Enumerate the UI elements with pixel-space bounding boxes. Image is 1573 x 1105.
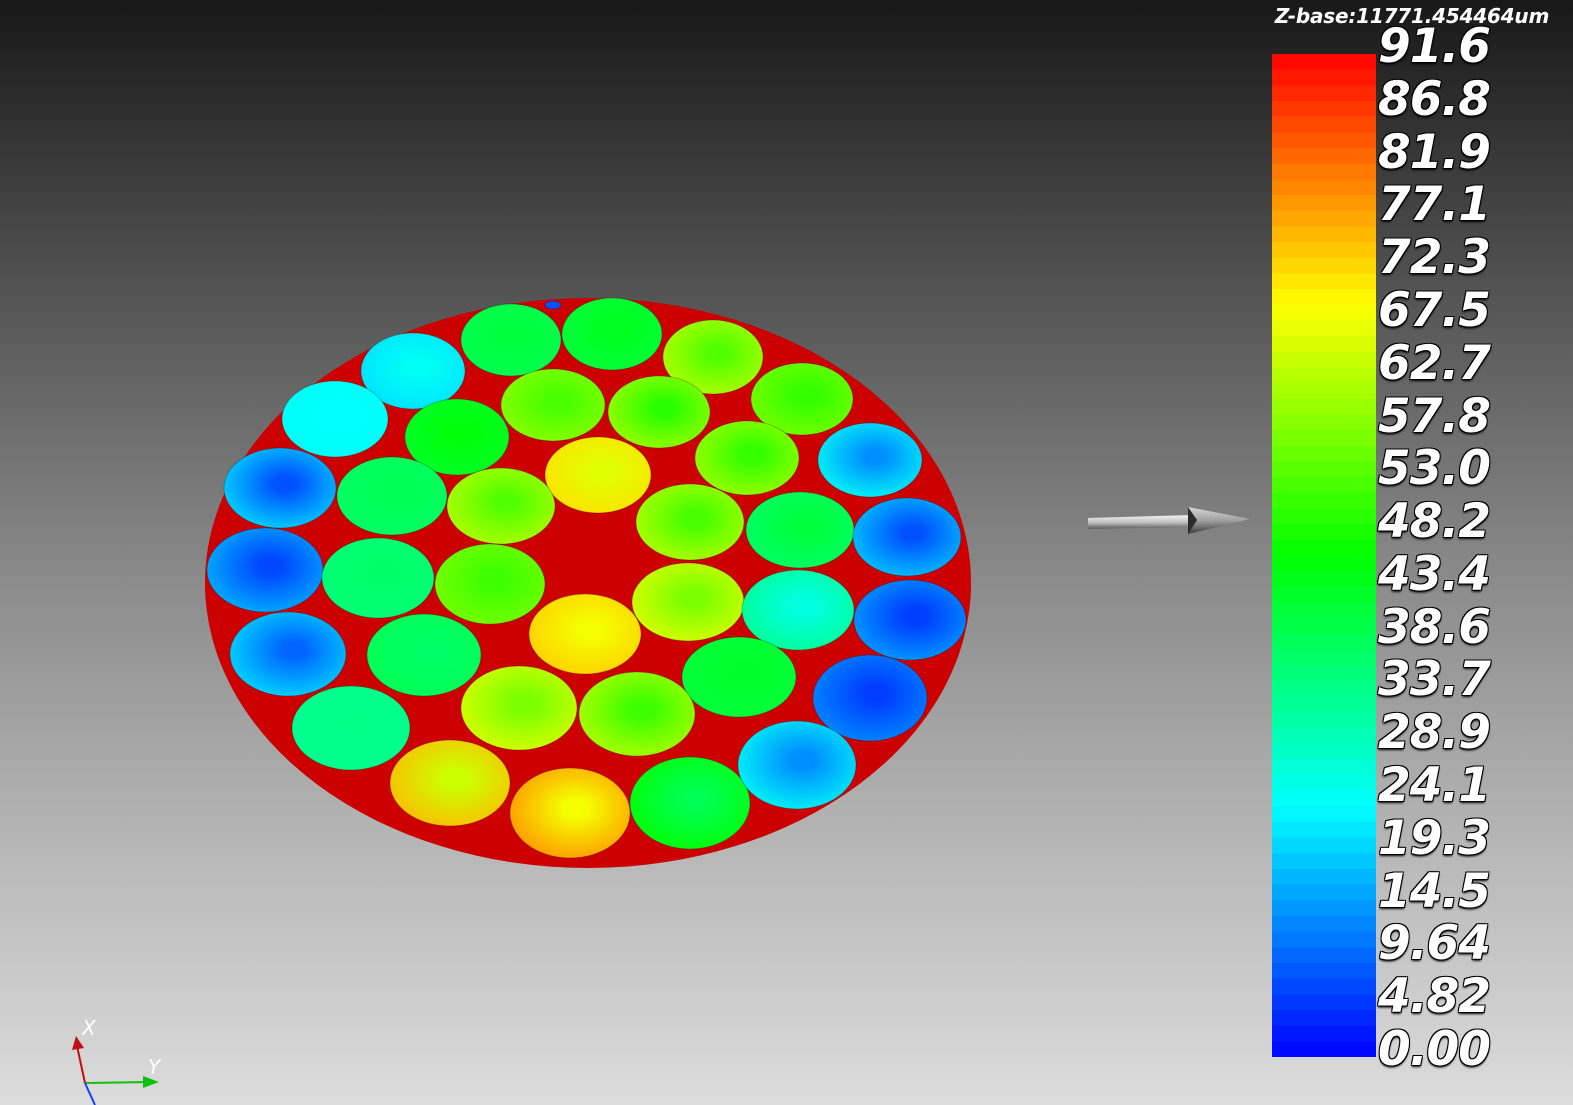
pocket-surface (737, 720, 857, 810)
pocket-surface (853, 579, 967, 661)
pocket-surface (631, 562, 745, 642)
pocket-surface (500, 368, 606, 442)
color-scale-label: 43.4 (1378, 546, 1491, 602)
color-scale-label: 81.9 (1378, 124, 1491, 180)
pocket-surface (460, 303, 562, 377)
pocket-surface (460, 665, 578, 751)
color-scale-label: 28.9 (1378, 705, 1491, 761)
axes-triad-icon: X Y (72, 1016, 162, 1105)
color-scale-label: 14.5 (1378, 863, 1491, 919)
color-scale-label: 0.00 (1378, 1022, 1491, 1077)
pocket-surface (817, 422, 923, 498)
color-scale-label: 86.8 (1378, 71, 1491, 127)
pocket-surface (336, 456, 448, 536)
pocket-surface (366, 613, 482, 697)
x-axis-line (76, 1045, 86, 1084)
pocket-surface (635, 483, 745, 561)
z-axis-line (84, 1082, 96, 1105)
pocket-surface (281, 380, 389, 458)
pocket-surface (223, 447, 337, 529)
pocket-surface (561, 297, 663, 371)
pocket-surface (446, 467, 556, 545)
pocket-surface (544, 436, 652, 514)
color-scale-label: 9.64 (1378, 916, 1491, 972)
color-scale-label: 33.7 (1378, 652, 1491, 708)
color-scale-label: 4.82 (1378, 969, 1491, 1025)
pocket-surface (206, 527, 324, 613)
color-scale-label: 24.1 (1378, 758, 1491, 814)
pocket-surface (745, 491, 855, 569)
pocket-surface (607, 375, 711, 449)
color-scale-label: 48.2 (1378, 494, 1491, 550)
3d-viewport[interactable]: Z-base:11771.454464um X Y 91.6 86.8 81.9… (0, 0, 1573, 1105)
color-scale-labels: 91.6 86.8 81.9 77.1 72.3 67.5 62.7 57.8 53.0 48.2… (1378, 0, 1568, 1105)
pocket-surface (434, 543, 546, 625)
pocket-surface (389, 739, 511, 827)
pocket-surface (528, 593, 642, 675)
color-scale-label: 57.8 (1378, 388, 1491, 444)
pocket-surface (291, 685, 411, 771)
pocket-surface (741, 569, 855, 651)
pocket-surface (852, 497, 962, 577)
pocket-surface (509, 767, 631, 859)
pocket-surface (629, 756, 751, 850)
pocket-surface (694, 420, 800, 496)
x-axis-label: X (81, 1016, 97, 1040)
y-axis-line (84, 1081, 151, 1084)
pocket-surface (578, 671, 696, 757)
pocket-surface (229, 611, 347, 697)
color-scale-label: 19.3 (1378, 810, 1491, 866)
pocket-surface (681, 636, 797, 718)
y-axis-label: Y (148, 1055, 162, 1079)
color-scale-label: 91.6 (1378, 19, 1491, 74)
color-scale-label: 38.6 (1378, 599, 1491, 655)
light-direction-arrow-icon[interactable] (1085, 498, 1255, 543)
color-scale-label: 72.3 (1378, 230, 1491, 286)
color-scale-label: 77.1 (1378, 177, 1491, 233)
color-scale-label: 53.0 (1378, 441, 1491, 497)
color-scale-label: 62.7 (1378, 335, 1491, 391)
color-scale-bar (1272, 54, 1376, 1057)
color-scale-label: 67.5 (1378, 282, 1491, 338)
pocket-surface (321, 537, 435, 619)
pocket-surface (544, 300, 562, 310)
